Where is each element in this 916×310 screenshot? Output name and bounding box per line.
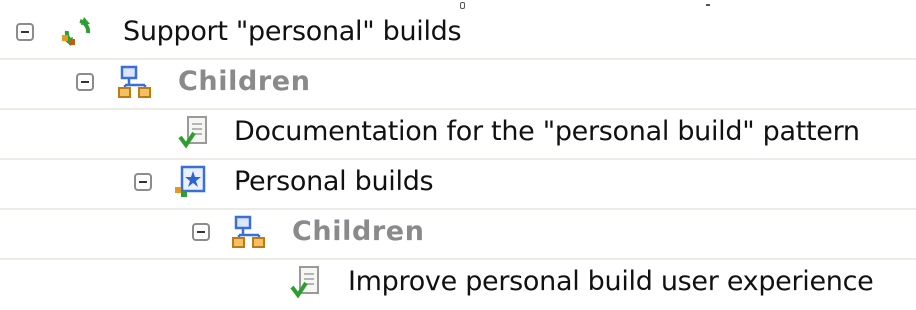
tree-group-label: Children [292, 216, 425, 247]
collapse-toggle[interactable] [192, 223, 210, 241]
task-check-icon [178, 116, 207, 149]
hierarchy-icon [118, 65, 151, 98]
tree-item-label: Documentation for the "personal build" p… [234, 116, 860, 147]
artifact-mark [460, 2, 465, 9]
collapse-toggle[interactable] [16, 23, 34, 41]
tree-row-improve-personal-build[interactable]: Improve personal build user experience [0, 260, 916, 310]
artifact-mark [706, 4, 710, 6]
collapse-toggle[interactable] [76, 73, 94, 91]
collapse-toggle[interactable] [134, 173, 152, 191]
tree-item-label: Support "personal" builds [123, 16, 462, 47]
tree-row-personal-builds[interactable]: Personal builds [0, 160, 916, 210]
tree-group-label: Children [178, 66, 311, 97]
tree-item-label: Improve personal build user experience [348, 266, 874, 297]
hierarchy-icon [232, 215, 265, 248]
tree-row-children[interactable]: Children [0, 60, 916, 110]
tree-row-support-personal-builds[interactable]: Support "personal" builds [0, 10, 916, 60]
tree-row-documentation[interactable]: Documentation for the "personal build" p… [0, 110, 916, 160]
tree-row-children[interactable]: Children [0, 210, 916, 260]
task-check-icon [290, 266, 319, 299]
story-star-icon [175, 165, 206, 197]
tree-item-label: Personal builds [234, 166, 434, 197]
cycle-plan-icon [62, 17, 91, 46]
